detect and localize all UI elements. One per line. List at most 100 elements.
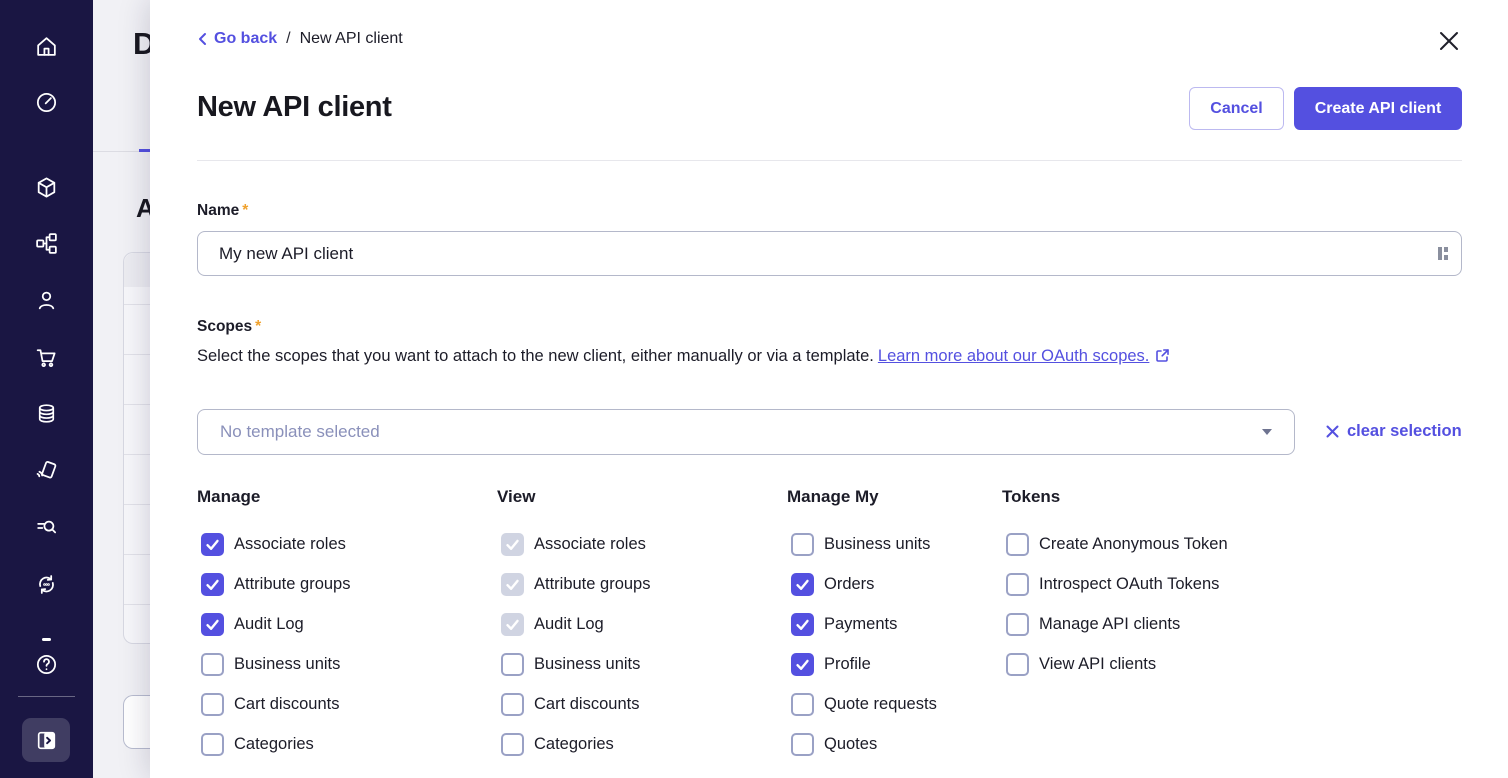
template-dropdown[interactable]: No template selected (197, 409, 1295, 455)
unchecked-checkbox[interactable] (791, 533, 814, 556)
checked-checkbox[interactable] (201, 613, 224, 636)
check-icon (204, 576, 221, 593)
products-icon[interactable] (34, 175, 59, 200)
check-icon (794, 576, 811, 593)
discounts-icon[interactable] (34, 401, 59, 426)
scope-label: Attribute groups (534, 575, 650, 594)
scope-group-title: View (497, 487, 787, 507)
scope-label: Introspect OAuth Tokens (1039, 575, 1219, 594)
scope-groups: ManageAssociate rolesAttribute groupsAud… (197, 487, 1228, 764)
check-icon (204, 616, 221, 633)
scope-row: Quotes (787, 724, 1002, 764)
disabled-checked-checkbox (501, 533, 524, 556)
go-back-label: Go back (214, 30, 277, 48)
customers-icon[interactable] (34, 288, 59, 313)
scope-row: Categories (197, 724, 497, 764)
categories-icon[interactable] (34, 231, 59, 256)
scopes-description: Select the scopes that you want to attac… (197, 347, 1170, 366)
go-back-link[interactable]: Go back (197, 30, 277, 48)
background-active-tab-underline (139, 149, 150, 152)
new-api-client-modal: Go back / New API client New API client … (150, 0, 1508, 778)
sidebar-divider (18, 696, 75, 697)
unchecked-checkbox[interactable] (1006, 613, 1029, 636)
name-label: Name* (197, 202, 248, 220)
sidebar (0, 0, 93, 778)
breadcrumb-separator: / (286, 30, 290, 48)
scope-row: Associate roles (197, 524, 497, 564)
checked-checkbox[interactable] (201, 573, 224, 596)
scope-row: Audit Log (497, 604, 787, 644)
scope-row: Manage API clients (1002, 604, 1228, 644)
orders-icon[interactable] (34, 345, 59, 370)
unchecked-checkbox[interactable] (791, 733, 814, 756)
scope-row: Business units (787, 524, 1002, 564)
unchecked-checkbox[interactable] (1006, 573, 1029, 596)
name-input[interactable] (197, 231, 1462, 276)
help-icon[interactable] (34, 652, 59, 677)
scope-label: Attribute groups (234, 575, 350, 594)
close-button[interactable] (1435, 27, 1463, 55)
unchecked-checkbox[interactable] (1006, 653, 1029, 676)
scope-row: Create Anonymous Token (1002, 524, 1228, 564)
scope-label: Payments (824, 615, 897, 634)
scope-label: Business units (534, 655, 640, 674)
unchecked-checkbox[interactable] (201, 693, 224, 716)
scope-row: Payments (787, 604, 1002, 644)
check-icon (504, 576, 521, 593)
checked-checkbox[interactable] (201, 533, 224, 556)
scope-row: Audit Log (197, 604, 497, 644)
app-root: D A Go back / New API (0, 0, 1508, 778)
checked-checkbox[interactable] (791, 613, 814, 636)
header-divider (197, 160, 1462, 161)
scope-row: Business units (197, 644, 497, 684)
clear-x-icon (1325, 424, 1340, 439)
checked-checkbox[interactable] (791, 653, 814, 676)
scope-row: Quote requests (787, 684, 1002, 724)
scope-label: Categories (534, 735, 614, 754)
scopes-label: Scopes* (197, 318, 261, 336)
breadcrumb: Go back / New API client (197, 30, 403, 48)
operations-sync-icon[interactable] (34, 572, 59, 597)
create-api-client-button[interactable]: Create API client (1294, 87, 1462, 130)
required-asterisk: * (242, 202, 248, 219)
scope-row: Categories (497, 724, 787, 764)
scope-label: Associate roles (234, 535, 346, 554)
template-dropdown-value: No template selected (220, 422, 1262, 442)
scope-row: Profile (787, 644, 1002, 684)
unchecked-checkbox[interactable] (201, 653, 224, 676)
scope-label: Associate roles (534, 535, 646, 554)
unchecked-checkbox[interactable] (201, 733, 224, 756)
scope-label: Quotes (824, 735, 877, 754)
unchecked-checkbox[interactable] (501, 693, 524, 716)
expand-sidebar-button[interactable] (22, 718, 70, 762)
scope-row: Orders (787, 564, 1002, 604)
unchecked-checkbox[interactable] (1006, 533, 1029, 556)
checked-checkbox[interactable] (791, 573, 814, 596)
scope-label: View API clients (1039, 655, 1156, 674)
scope-label: Audit Log (234, 615, 304, 634)
sidebar-dash (42, 638, 51, 641)
scope-label: Manage API clients (1039, 615, 1180, 634)
unchecked-checkbox[interactable] (791, 693, 814, 716)
scope-group-manage-my: Manage MyBusiness unitsOrdersPaymentsPro… (787, 487, 1002, 764)
check-icon (794, 656, 811, 673)
home-icon[interactable] (34, 34, 59, 59)
disabled-checked-checkbox (501, 613, 524, 636)
scope-label: Business units (234, 655, 340, 674)
scope-label: Profile (824, 655, 871, 674)
autofill-extension-icon[interactable] (1438, 246, 1452, 261)
clear-selection-link[interactable]: clear selection (1325, 422, 1462, 441)
dashboard-icon[interactable] (34, 90, 59, 115)
payments-icon[interactable] (34, 458, 59, 483)
check-icon (794, 616, 811, 633)
unchecked-checkbox[interactable] (501, 653, 524, 676)
unchecked-checkbox[interactable] (501, 733, 524, 756)
scope-group-view: View Associate roles Attribute groups Audit… (497, 487, 787, 764)
scope-row: Business units (497, 644, 787, 684)
breadcrumb-current: New API client (300, 30, 403, 48)
chevron-down-icon (1262, 429, 1272, 435)
scope-row: Attribute groups (497, 564, 787, 604)
oauth-scopes-link[interactable]: Learn more about our OAuth scopes. (878, 347, 1171, 365)
audit-log-icon[interactable] (34, 515, 59, 540)
cancel-button[interactable]: Cancel (1189, 87, 1284, 130)
